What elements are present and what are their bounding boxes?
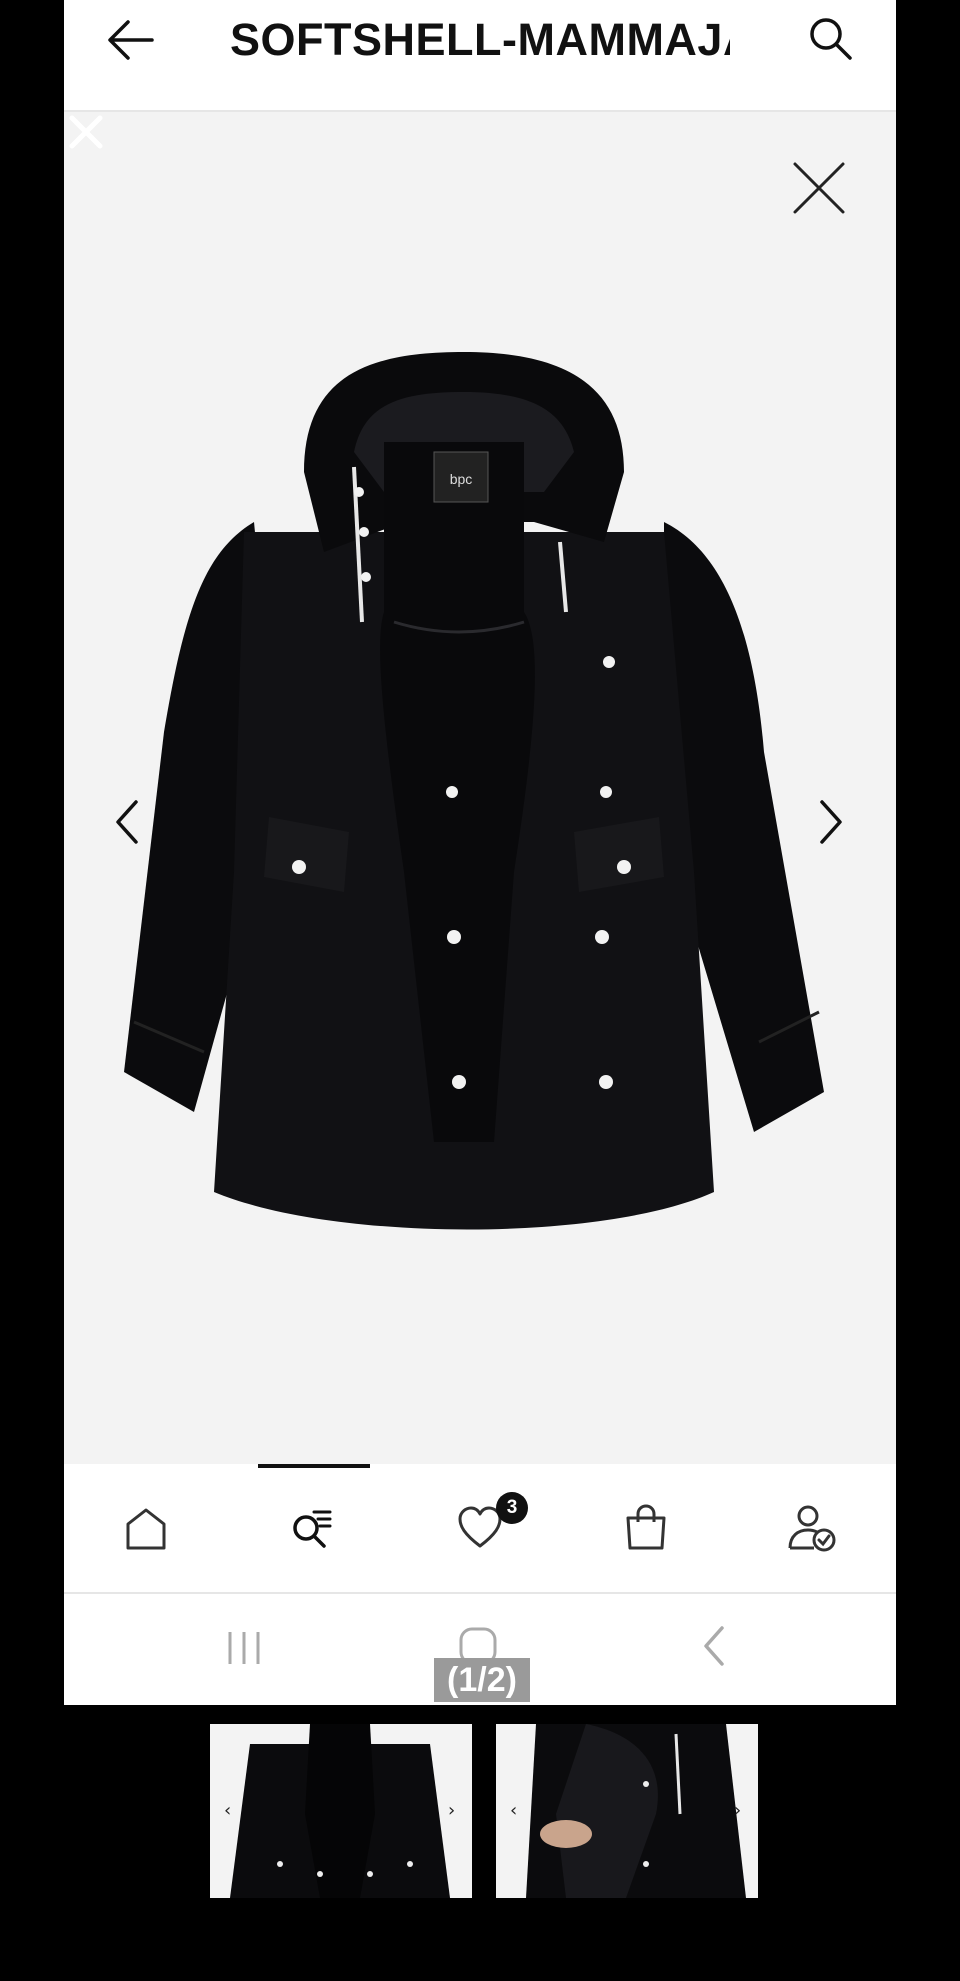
product-image: bpc bbox=[124, 352, 824, 1230]
recent-apps-icon[interactable] bbox=[224, 1628, 264, 1668]
active-tab-indicator bbox=[258, 1464, 370, 1468]
thumbnail-1[interactable]: ‹ › bbox=[210, 1724, 472, 1898]
chevron-left-icon: ‹ bbox=[224, 1800, 232, 1821]
thumbnail-image bbox=[496, 1724, 758, 1898]
next-image-button[interactable] bbox=[816, 792, 846, 852]
system-back-icon[interactable] bbox=[700, 1624, 730, 1668]
bottom-navigation: 3 bbox=[64, 1464, 896, 1594]
back-button[interactable] bbox=[102, 14, 162, 66]
chevron-left-icon bbox=[116, 800, 138, 844]
search-icon bbox=[810, 18, 852, 60]
nav-search[interactable] bbox=[288, 1502, 340, 1554]
chevron-right-icon: › bbox=[734, 1800, 742, 1821]
chevron-right-icon: › bbox=[448, 1800, 456, 1821]
page-title: SOFTSHELL-MAMMAJA... bbox=[230, 14, 730, 65]
chevron-right-icon bbox=[820, 800, 842, 844]
image-viewer[interactable]: bpc bbox=[64, 112, 896, 1464]
dismiss-overlay-button[interactable] bbox=[66, 112, 106, 152]
nav-home[interactable] bbox=[120, 1502, 172, 1554]
search-button[interactable] bbox=[806, 14, 856, 64]
wishlist-count-badge: 3 bbox=[496, 1492, 528, 1524]
brand-label: bpc bbox=[450, 471, 473, 487]
close-viewer-button[interactable] bbox=[789, 158, 849, 218]
close-icon bbox=[793, 162, 845, 214]
app-screen: SOFTSHELL-MAMMAJA... bbox=[64, 0, 896, 1705]
top-bar: SOFTSHELL-MAMMAJA... bbox=[64, 0, 896, 112]
nav-account[interactable] bbox=[786, 1502, 838, 1554]
arrow-left-icon bbox=[108, 20, 154, 60]
image-counter: (1/2) bbox=[434, 1658, 530, 1702]
previous-image-button[interactable] bbox=[112, 792, 142, 852]
nav-cart[interactable] bbox=[620, 1502, 672, 1554]
home-icon bbox=[126, 1508, 166, 1550]
search-list-icon bbox=[293, 1510, 332, 1548]
user-check-icon bbox=[788, 1505, 836, 1552]
thumbnail-2[interactable]: ‹ › bbox=[496, 1724, 758, 1898]
chevron-left-icon: ‹ bbox=[510, 1800, 518, 1821]
thumbnail-image bbox=[210, 1724, 472, 1898]
close-icon bbox=[69, 115, 103, 149]
shopping-bag-icon bbox=[626, 1504, 666, 1550]
